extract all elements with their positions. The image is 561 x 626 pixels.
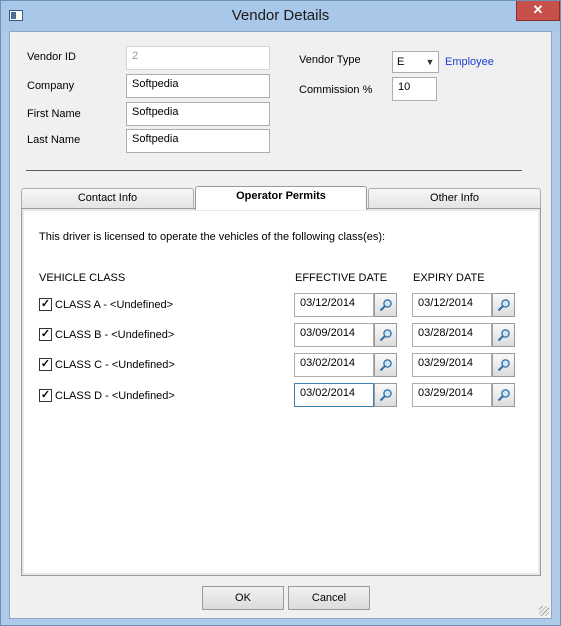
expiry-date-header: EXPIRY DATE bbox=[413, 272, 485, 284]
class-c-effective-picker[interactable] bbox=[374, 353, 397, 377]
permits-intro-text: This driver is licensed to operate the v… bbox=[39, 231, 386, 243]
vendor-type-value: E bbox=[397, 56, 405, 68]
vendor-details-window: Vendor Details ✕ Vendor ID 2 Company Sof… bbox=[0, 0, 561, 626]
last-name-label: Last Name bbox=[27, 134, 81, 146]
vendor-id-label: Vendor ID bbox=[27, 51, 76, 63]
tab-strip: Contact Info Operator Permits Other Info bbox=[21, 186, 541, 210]
class-a-label: CLASS A - <Undefined> bbox=[55, 299, 174, 311]
title-bar[interactable]: Vendor Details ✕ bbox=[1, 1, 560, 31]
class-b-effective-date[interactable]: 03/09/2014 bbox=[294, 323, 374, 347]
class-d-expiry-picker[interactable] bbox=[492, 383, 515, 407]
tab-operator-permits[interactable]: Operator Permits bbox=[195, 186, 367, 210]
class-b-label: CLASS B - <Undefined> bbox=[55, 329, 175, 341]
class-b-expiry-picker[interactable] bbox=[492, 323, 515, 347]
cancel-button[interactable]: Cancel bbox=[288, 586, 370, 610]
last-name-field[interactable]: Softpedia bbox=[126, 129, 270, 153]
commission-field[interactable]: 10 bbox=[392, 77, 437, 101]
magnifier-icon bbox=[379, 359, 392, 372]
commission-label: Commission % bbox=[299, 84, 373, 96]
vehicle-class-header: VEHICLE CLASS bbox=[39, 272, 126, 284]
magnifier-icon bbox=[497, 389, 510, 402]
dialog-body: Vendor ID 2 Company Softpedia First Name… bbox=[9, 31, 552, 619]
company-label: Company bbox=[27, 80, 75, 92]
class-a-expiry-picker[interactable] bbox=[492, 293, 515, 317]
class-d-label: CLASS D - <Undefined> bbox=[55, 390, 175, 402]
ok-button[interactable]: OK bbox=[202, 586, 284, 610]
class-d-expiry-date[interactable]: 03/29/2014 bbox=[412, 383, 492, 407]
magnifier-icon bbox=[379, 329, 392, 342]
first-name-label: First Name bbox=[27, 108, 81, 120]
class-c-expiry-picker[interactable] bbox=[492, 353, 515, 377]
magnifier-icon bbox=[497, 329, 510, 342]
close-button[interactable]: ✕ bbox=[516, 1, 560, 21]
divider bbox=[26, 170, 522, 171]
chevron-down-icon[interactable]: ▼ bbox=[425, 57, 435, 67]
tab-contact-info[interactable]: Contact Info bbox=[21, 188, 194, 209]
class-a-effective-date[interactable]: 03/12/2014 bbox=[294, 293, 374, 317]
magnifier-icon bbox=[379, 389, 392, 402]
class-c-expiry-date[interactable]: 03/29/2014 bbox=[412, 353, 492, 377]
class-d-checkbox[interactable]: ✓ bbox=[39, 389, 52, 402]
window-title: Vendor Details bbox=[231, 7, 330, 24]
magnifier-icon bbox=[497, 359, 510, 372]
class-b-expiry-date[interactable]: 03/28/2014 bbox=[412, 323, 492, 347]
company-field[interactable]: Softpedia bbox=[126, 74, 270, 98]
class-d-effective-date[interactable]: 03/02/2014 bbox=[294, 383, 374, 407]
class-c-checkbox[interactable]: ✓ bbox=[39, 358, 52, 371]
effective-date-header: EFFECTIVE DATE bbox=[295, 272, 388, 284]
class-a-checkbox[interactable]: ✓ bbox=[39, 298, 52, 311]
class-b-checkbox[interactable]: ✓ bbox=[39, 328, 52, 341]
class-c-effective-date[interactable]: 03/02/2014 bbox=[294, 353, 374, 377]
operator-permits-panel: This driver is licensed to operate the v… bbox=[21, 208, 541, 576]
vendor-type-label: Vendor Type bbox=[299, 54, 361, 66]
tab-other-info[interactable]: Other Info bbox=[368, 188, 541, 209]
magnifier-icon bbox=[379, 299, 392, 312]
resize-grip-icon[interactable] bbox=[539, 606, 549, 616]
vendor-type-description: Employee bbox=[445, 56, 494, 68]
class-d-effective-picker[interactable] bbox=[374, 383, 397, 407]
vendor-id-field[interactable]: 2 bbox=[126, 46, 270, 70]
class-a-expiry-date[interactable]: 03/12/2014 bbox=[412, 293, 492, 317]
class-b-effective-picker[interactable] bbox=[374, 323, 397, 347]
class-a-effective-picker[interactable] bbox=[374, 293, 397, 317]
first-name-field[interactable]: Softpedia bbox=[126, 102, 270, 126]
magnifier-icon bbox=[497, 299, 510, 312]
vendor-type-select[interactable]: E ▼ bbox=[392, 51, 439, 73]
class-c-label: CLASS C - <Undefined> bbox=[55, 359, 175, 371]
